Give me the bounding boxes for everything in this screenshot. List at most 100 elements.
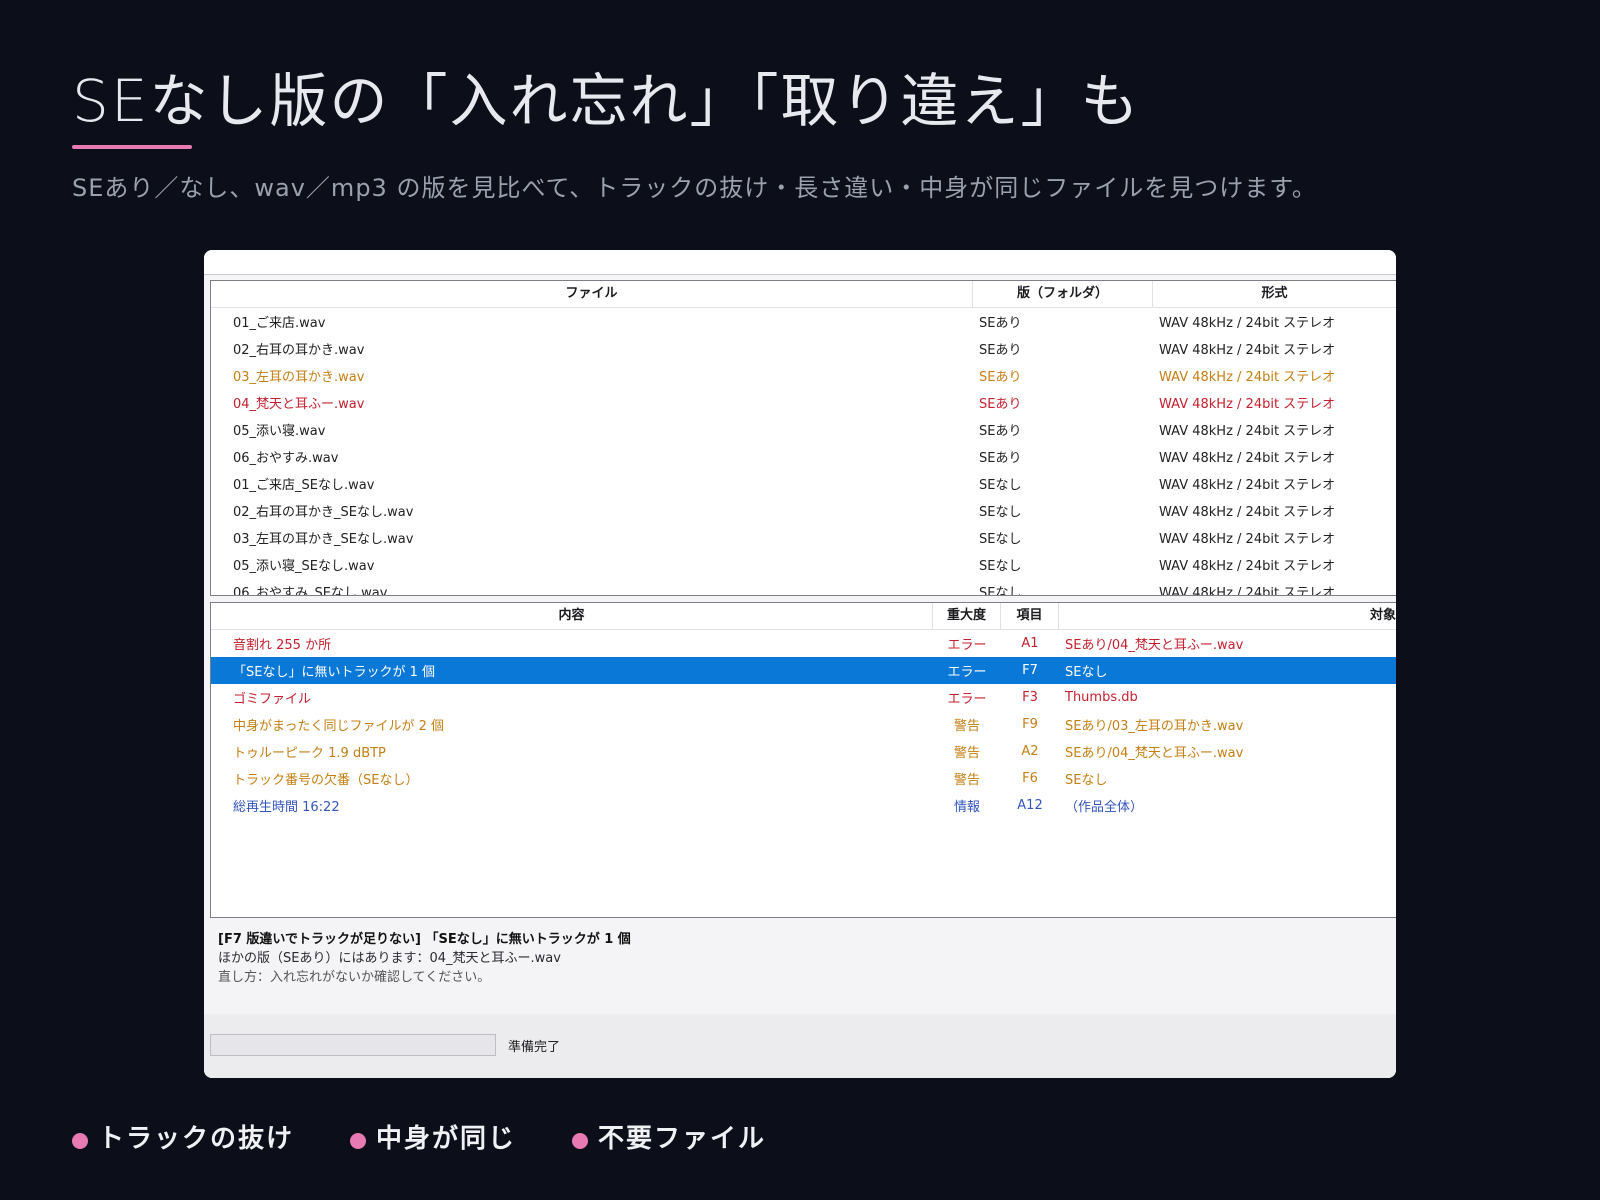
issue-severity-cell: 警告 xyxy=(953,773,980,788)
bullet-dot-icon xyxy=(72,1132,88,1149)
issue-row[interactable]: 「SEなし」に無いトラックが 1 個 エラー F7 SEなし xyxy=(211,657,1396,684)
column-header-format[interactable]: 形式 xyxy=(1153,281,1396,307)
issue-severity-cell: 警告 xyxy=(953,746,980,761)
status-bar: 準備完了 xyxy=(204,1014,1396,1078)
file-name-cell: 01_ご来店_SEなし.wav xyxy=(233,478,375,493)
issue-severity-cell: 警告 xyxy=(953,719,980,734)
issue-row[interactable]: トゥルーピーク 1.9 dBTP 警告 A2 SEあり/04_梵天と耳ふー.wav xyxy=(211,738,1396,765)
feature-item: トラックの抜け xyxy=(72,1118,294,1155)
detail-panel: [F7 版違いでトラックが足りない] 「SEなし」に無いトラックが 1 個 ほか… xyxy=(218,930,1382,987)
issue-row[interactable]: 中身がまったく同じファイルが 2 個 警告 F9 SEあり/03_左耳の耳かき.wav xyxy=(211,711,1396,738)
file-name-cell: 03_左耳の耳かき.wav xyxy=(233,370,365,385)
file-row[interactable]: 02_右耳の耳かき_SEなし.wav SEなし WAV 48kHz / 24bit … xyxy=(211,497,1396,524)
file-row[interactable]: 06_おやすみ.wav SEあり WAV 48kHz / 24bit ステレオ xyxy=(211,443,1396,470)
issue-item-cell: A12 xyxy=(1017,798,1043,813)
feature-item: 中身が同じ xyxy=(350,1118,516,1155)
file-name-cell: 02_右耳の耳かき.wav xyxy=(233,343,365,358)
file-row[interactable]: 05_添い寝_SEなし.wav SEなし WAV 48kHz / 24bit ステレ… xyxy=(211,551,1396,578)
file-name-cell: 06_おやすみ.wav xyxy=(233,451,339,466)
issue-item-cell: F6 xyxy=(1022,771,1038,786)
file-format-cell: WAV 48kHz / 24bit ステレオ xyxy=(1159,559,1336,574)
column-header-target[interactable]: 対象 xyxy=(1059,603,1396,629)
file-format-cell: WAV 48kHz / 24bit ステレオ xyxy=(1159,586,1336,596)
issue-row[interactable]: ゴミファイル エラー F3 Thumbs.db xyxy=(211,684,1396,711)
file-version-cell: SEなし xyxy=(979,559,1022,574)
issue-row[interactable]: 音割れ 255 か所 エラー A1 SEあり/04_梵天と耳ふー.wav xyxy=(211,630,1396,657)
file-row[interactable]: 03_左耳の耳かき_SEなし.wav SEなし WAV 48kHz / 24bit … xyxy=(211,524,1396,551)
file-version-cell: SEあり xyxy=(979,370,1022,385)
file-version-cell: SEあり xyxy=(979,451,1022,466)
issues-table-header: 内容 重大度 項目 対象 xyxy=(211,603,1396,630)
file-row[interactable]: 02_右耳の耳かき.wav SEあり WAV 48kHz / 24bit ステレオ xyxy=(211,335,1396,362)
issue-row[interactable]: トラック番号の欠番（SEなし） 警告 F6 SEなし xyxy=(211,765,1396,792)
files-table-header: ファイル 版（フォルダ） 形式 xyxy=(211,281,1396,308)
file-version-cell: SEあり xyxy=(979,397,1022,412)
issue-severity-cell: エラー xyxy=(947,692,987,707)
file-version-cell: SEあり xyxy=(979,424,1022,439)
slide-subtitle: SEあり／なし、wav／mp3 の版を見比べて、トラックの抜け・長さ違い・中身が… xyxy=(72,174,1317,202)
file-version-cell: SEあり xyxy=(979,316,1022,331)
detail-title: [F7 版違いでトラックが足りない] 「SEなし」に無いトラックが 1 個 xyxy=(218,932,631,947)
file-name-cell: 06_おやすみ_SEなし.wav xyxy=(233,586,388,596)
issues-table[interactable]: 内容 重大度 項目 対象 音割れ 255 か所 エラー A1 SEあり/04_梵天と耳… xyxy=(210,602,1396,918)
toolbar-area xyxy=(204,250,1396,275)
progress-bar xyxy=(210,1034,496,1056)
issue-row[interactable]: 総再生時間 16:22 情報 A12 （作品全体） xyxy=(211,792,1396,819)
file-format-cell: WAV 48kHz / 24bit ステレオ xyxy=(1159,343,1336,358)
file-name-cell: 01_ご来店.wav xyxy=(233,316,326,331)
issue-item-cell: A2 xyxy=(1021,744,1039,759)
files-table[interactable]: ファイル 版（フォルダ） 形式 01_ご来店.wav SEあり WAV 48kHz … xyxy=(210,280,1396,596)
issue-content-cell: 総再生時間 16:22 xyxy=(233,800,340,815)
file-format-cell: WAV 48kHz / 24bit ステレオ xyxy=(1159,532,1336,547)
file-row[interactable]: 01_ご来店.wav SEあり WAV 48kHz / 24bit ステレオ xyxy=(211,308,1396,335)
column-header-content[interactable]: 内容 xyxy=(211,603,933,629)
issue-item-cell: F9 xyxy=(1022,717,1038,732)
file-name-cell: 04_梵天と耳ふー.wav xyxy=(233,397,365,412)
file-format-cell: WAV 48kHz / 24bit ステレオ xyxy=(1159,424,1336,439)
issue-target-cell: （作品全体） xyxy=(1065,800,1144,815)
feature-item: 不要ファイル xyxy=(572,1118,766,1155)
issue-severity-cell: 情報 xyxy=(953,800,980,815)
issue-content-cell: トゥルーピーク 1.9 dBTP xyxy=(233,746,386,761)
feature-label: トラックの抜け xyxy=(98,1124,295,1154)
file-version-cell: SEなし xyxy=(979,586,1022,596)
issue-content-cell: 「SEなし」に無いトラックが 1 個 xyxy=(233,665,436,680)
column-header-version[interactable]: 版（フォルダ） xyxy=(973,281,1153,307)
detail-fix: 直し方：入れ忘れがないか確認してください。 xyxy=(218,970,491,985)
file-format-cell: WAV 48kHz / 24bit ステレオ xyxy=(1159,316,1336,331)
file-row[interactable]: 04_梵天と耳ふー.wav SEあり WAV 48kHz / 24bit ステレオ xyxy=(211,389,1396,416)
file-name-cell: 02_右耳の耳かき_SEなし.wav xyxy=(233,505,414,520)
column-header-severity[interactable]: 重大度 xyxy=(933,603,1001,629)
detail-body: ほかの版（SEあり）にはあります：04_梵天と耳ふー.wav xyxy=(218,951,561,966)
file-name-cell: 05_添い寝.wav xyxy=(233,424,326,439)
feature-label: 中身が同じ xyxy=(376,1124,517,1154)
issue-content-cell: トラック番号の欠番（SEなし） xyxy=(233,773,419,788)
status-text: 準備完了 xyxy=(508,1040,561,1055)
issue-target-cell: SEあり/04_梵天と耳ふー.wav xyxy=(1065,638,1244,653)
issue-item-cell: F3 xyxy=(1022,690,1038,705)
issues-table-body: 音割れ 255 か所 エラー A1 SEあり/04_梵天と耳ふー.wav 「SEなし」に… xyxy=(211,630,1396,819)
file-row[interactable]: 06_おやすみ_SEなし.wav SEなし WAV 48kHz / 24bit ステ… xyxy=(211,578,1396,596)
file-row[interactable]: 03_左耳の耳かき.wav SEあり WAV 48kHz / 24bit ステレオ xyxy=(211,362,1396,389)
file-row[interactable]: 01_ご来店_SEなし.wav SEなし WAV 48kHz / 24bit ステレ… xyxy=(211,470,1396,497)
issue-content-cell: ゴミファイル xyxy=(233,692,312,707)
issue-target-cell: Thumbs.db xyxy=(1065,690,1138,705)
app-window: ファイル 版（フォルダ） 形式 01_ご来店.wav SEあり WAV 48kHz … xyxy=(204,250,1396,1078)
title-underline xyxy=(72,145,192,149)
feature-label: 不要ファイル xyxy=(598,1124,767,1154)
slide-title: SEなし版の「入れ忘れ」「取り違え」も xyxy=(72,67,1141,135)
bullet-dot-icon xyxy=(572,1132,589,1149)
file-row[interactable]: 05_添い寝.wav SEあり WAV 48kHz / 24bit ステレオ xyxy=(211,416,1396,443)
file-name-cell: 05_添い寝_SEなし.wav xyxy=(233,559,375,574)
column-header-file[interactable]: ファイル xyxy=(211,281,973,307)
file-format-cell: WAV 48kHz / 24bit ステレオ xyxy=(1159,397,1336,412)
issue-target-cell: SEあり/03_左耳の耳かき.wav xyxy=(1065,719,1244,734)
issue-item-cell: A1 xyxy=(1021,636,1039,651)
column-header-item[interactable]: 項目 xyxy=(1001,603,1059,629)
file-version-cell: SEあり xyxy=(979,343,1022,358)
issue-item-cell: F7 xyxy=(1022,663,1038,678)
issue-content-cell: 中身がまったく同じファイルが 2 個 xyxy=(233,719,445,734)
file-name-cell: 03_左耳の耳かき_SEなし.wav xyxy=(233,532,414,547)
file-format-cell: WAV 48kHz / 24bit ステレオ xyxy=(1159,478,1336,493)
feature-list: トラックの抜け 中身が同じ 不要ファイル xyxy=(72,1118,766,1155)
